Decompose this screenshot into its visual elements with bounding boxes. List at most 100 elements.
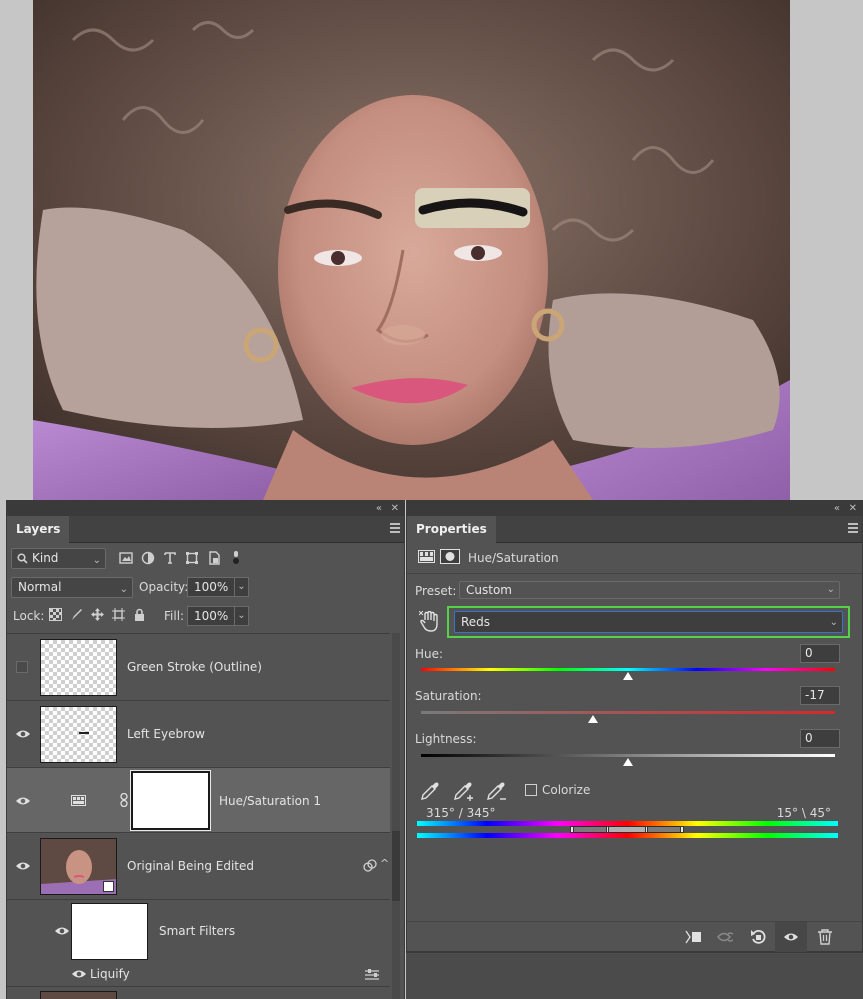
preset-dropdown[interactable]: Custom ⌄ <box>459 581 840 599</box>
hue-input[interactable]: 0 <box>800 644 840 663</box>
filter-icons <box>119 551 243 565</box>
eyedropper-plus-icon[interactable] <box>453 781 475 803</box>
panel-menu-icon[interactable] <box>848 523 858 533</box>
properties-tab-row: Properties <box>407 516 862 543</box>
chevron-down-icon[interactable]: ⌄ <box>234 578 248 596</box>
layer-row-hue-saturation[interactable]: Hue/Saturation 1 <box>7 768 390 833</box>
close-panel-button[interactable]: ✕ <box>849 501 857 516</box>
properties-panel-topbar: « ✕ <box>407 501 862 516</box>
tab-layers[interactable]: Layers <box>7 516 70 543</box>
blend-opacity-row: Normal ⌄ Opacity: 100% ⌄ <box>7 577 404 603</box>
lock-artboard-icon[interactable] <box>112 608 125 621</box>
search-icon <box>17 553 28 564</box>
lock-label: Lock: <box>13 609 45 623</box>
shape-filter-icon[interactable] <box>185 551 199 565</box>
colorize-checkbox[interactable] <box>525 784 537 796</box>
layer-mask-thumbnail[interactable] <box>130 770 211 831</box>
lock-position-icon[interactable] <box>91 608 104 621</box>
eye-icon[interactable] <box>16 861 30 871</box>
range-handle-left-outer[interactable] <box>570 826 574 833</box>
lock-pixels-icon[interactable] <box>70 608 83 621</box>
scrollbar-thumb[interactable] <box>392 831 400 901</box>
layer-filter-dropdown[interactable]: Kind ⌄ <box>11 548 106 569</box>
layer-filter-row: Kind ⌄ <box>7 548 404 574</box>
range-slider[interactable] <box>570 826 684 833</box>
saturation-slider-knob[interactable] <box>587 715 598 723</box>
targeted-adjustment-hand-icon[interactable] <box>419 611 439 633</box>
layers-scrollbar[interactable] <box>392 633 400 999</box>
range-right-readout: 15° \ 45° <box>776 806 831 820</box>
toggle-visibility-button[interactable] <box>775 922 807 952</box>
lock-all-icon[interactable] <box>133 608 146 621</box>
layer-name: Smart Filters <box>159 924 236 938</box>
lightness-slider-track[interactable] <box>421 754 835 757</box>
layers-panel: « ✕ Layers Kind ⌄ Normal ⌄ Opacity: 100% <box>6 500 405 999</box>
layer-row-liquify[interactable]: Liquify <box>7 961 390 987</box>
adjustment-icon <box>418 550 435 563</box>
layer-row-original[interactable]: Original Being Edited ^ <box>7 833 390 900</box>
chain-link-icon[interactable] <box>120 793 128 807</box>
lock-transparency-icon[interactable] <box>49 608 62 621</box>
layer-row-left-eyebrow[interactable]: Left Eyebrow <box>7 701 390 768</box>
trash-icon[interactable] <box>817 929 833 945</box>
portrait-photo <box>33 0 790 500</box>
range-handle-right-inner[interactable] <box>645 826 648 833</box>
pixel-filter-icon[interactable] <box>119 551 133 565</box>
reset-icon[interactable] <box>750 929 766 945</box>
tab-properties[interactable]: Properties <box>407 516 496 543</box>
range-left-readout: 315° / 345° <box>426 806 496 820</box>
chevron-up-icon[interactable]: ^ <box>380 857 389 870</box>
smart-filter-mask-thumbnail[interactable] <box>71 903 148 960</box>
properties-panel: « ✕ Properties Hue/Saturation Preset: Cu… <box>406 500 863 952</box>
preset-value: Custom <box>466 583 512 597</box>
blend-mode-dropdown[interactable]: Normal ⌄ <box>11 577 133 598</box>
panel-menu-icon[interactable] <box>390 523 400 533</box>
view-previous-state-icon[interactable] <box>717 929 733 945</box>
filter-toggle-icon[interactable] <box>229 551 243 565</box>
eye-icon[interactable] <box>16 796 30 806</box>
eyedropper-minus-icon[interactable] <box>486 781 508 803</box>
canvas-image[interactable] <box>33 0 790 500</box>
properties-bottom-bar <box>407 921 862 952</box>
saturation-slider-track[interactable] <box>421 711 835 714</box>
clip-to-layer-icon[interactable] <box>685 929 701 945</box>
eye-icon[interactable] <box>16 729 30 739</box>
range-handle-left-inner[interactable] <box>606 826 609 833</box>
smart-object-filter-icon[interactable] <box>207 551 221 565</box>
chevron-down-icon[interactable]: ⌄ <box>234 607 248 625</box>
layer-row-partial[interactable] <box>7 987 390 999</box>
layer-row-green-stroke[interactable]: Green Stroke (Outline) <box>7 634 390 701</box>
layer-row-smart-filters[interactable]: Smart Filters <box>7 900 390 961</box>
chevron-down-icon: ⌄ <box>826 584 835 595</box>
smart-filter-options-icon[interactable] <box>363 859 377 873</box>
range-handle-right-outer[interactable] <box>680 826 684 833</box>
eyedropper-icon[interactable] <box>420 781 440 801</box>
eye-icon[interactable] <box>55 926 69 936</box>
saturation-input[interactable]: -17 <box>800 686 840 705</box>
collapse-panel-button[interactable]: « <box>376 501 382 516</box>
range-slider-center[interactable] <box>608 827 646 832</box>
channel-dropdown[interactable]: Reds ⌄ <box>454 611 843 633</box>
layer-name: Original Being Edited <box>127 859 254 873</box>
layer-filter-label: Kind <box>32 551 59 565</box>
visibility-toggle-off[interactable] <box>16 661 28 673</box>
fill-field[interactable]: 100% ⌄ <box>187 606 249 626</box>
blend-mode-value: Normal <box>18 580 62 594</box>
lock-icons <box>49 608 146 621</box>
filter-blending-options-icon[interactable] <box>365 969 379 980</box>
type-filter-icon[interactable] <box>163 551 177 565</box>
layer-name: Hue/Saturation 1 <box>219 794 322 808</box>
eye-icon[interactable] <box>72 969 86 979</box>
adjustment-filter-icon[interactable] <box>141 551 155 565</box>
opacity-field[interactable]: 100% ⌄ <box>187 577 249 597</box>
mask-icon[interactable] <box>440 549 460 564</box>
close-panel-button[interactable]: ✕ <box>391 501 399 516</box>
adjustment-layer-icon <box>71 795 86 806</box>
lightness-input[interactable]: 0 <box>800 729 840 748</box>
hue-label: Hue: <box>415 647 444 661</box>
output-spectrum-bar <box>417 833 838 838</box>
collapse-panel-button[interactable]: « <box>834 501 840 516</box>
hue-slider-track[interactable] <box>421 668 835 671</box>
hue-slider-knob[interactable] <box>623 672 633 680</box>
lightness-slider-knob[interactable] <box>623 758 633 766</box>
